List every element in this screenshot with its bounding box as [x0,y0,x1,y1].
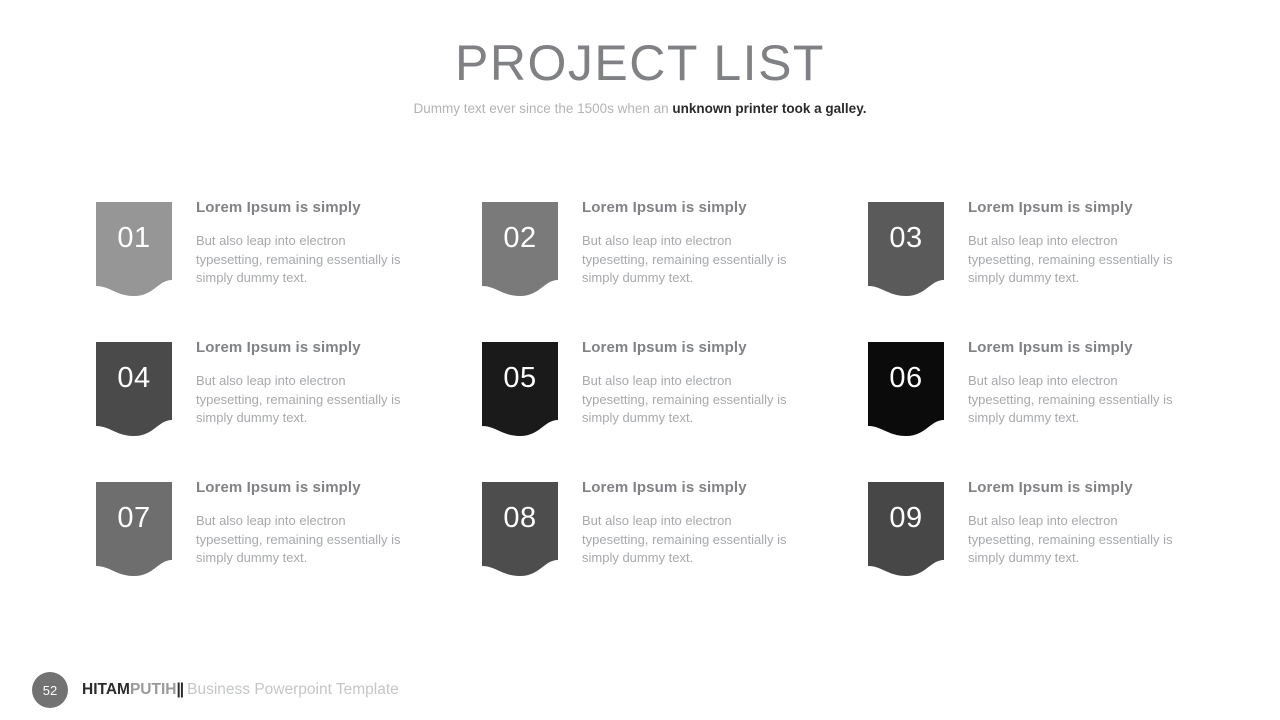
project-item-description: But also leap into electron typesetting,… [968,373,1173,425]
project-item-description: But also leap into electron typesetting,… [968,233,1173,285]
project-item-description: But also leap into electron typesetting,… [196,233,401,285]
ribbon-shape-icon [868,482,944,576]
slide-header: PROJECT LIST Dummy text ever since the 1… [0,34,1280,118]
project-item-description: But also leap into electron typesetting,… [196,513,401,565]
ribbon-shape-icon [868,202,944,296]
project-item-text: Lorem Ipsum is simply But also leap into … [944,470,1254,568]
brand-name-primary: HITAM [82,681,130,698]
project-item-title: Lorem Ipsum is simply [582,199,747,216]
ribbon-shape-icon [96,482,172,576]
project-item[interactable]: 07 Lorem Ipsum is simply But also leap int… [96,470,482,610]
subtitle-normal-text: Dummy text ever since the 1500s when an [413,101,673,116]
project-item[interactable]: 03 Lorem Ipsum is simply But also leap int… [868,190,1254,330]
project-number-badge: 04 [96,342,172,436]
ribbon-shape-icon [868,342,944,436]
project-item-description: But also leap into electron typesetting,… [196,373,401,425]
project-item-title: Lorem Ipsum is simply [968,199,1133,216]
slide: PROJECT LIST Dummy text ever since the 1… [0,0,1280,720]
project-item-text: Lorem Ipsum is simply But also leap into … [172,330,482,428]
project-item[interactable]: 04 Lorem Ipsum is simply But also leap int… [96,330,482,470]
project-item-description: But also leap into electron typesetting,… [582,513,787,565]
project-item-title: Lorem Ipsum is simply [968,479,1133,496]
brand-tagline: Business Powerpoint Template [187,681,399,698]
project-item-description: But also leap into electron typesetting,… [582,233,787,285]
project-item[interactable]: 09 Lorem Ipsum is simply But also leap int… [868,470,1254,610]
project-item-title: Lorem Ipsum is simply [968,339,1133,356]
page-title: PROJECT LIST [455,35,825,91]
project-item-text: Lorem Ipsum is simply But also leap into … [558,190,868,288]
project-number-badge: 06 [868,342,944,436]
project-item-title: Lorem Ipsum is simply [196,199,361,216]
project-item[interactable]: 08 Lorem Ipsum is simply But also leap int… [482,470,868,610]
project-item-text: Lorem Ipsum is simply But also leap into … [172,190,482,288]
ribbon-shape-icon [96,202,172,296]
ribbon-shape-icon [482,202,558,296]
project-number-badge: 03 [868,202,944,296]
project-item-title: Lorem Ipsum is simply [196,479,361,496]
project-item[interactable]: 06 Lorem Ipsum is simply But also leap int… [868,330,1254,470]
footer-brand: HITAMPUTIH|| Business Powerpoint Template [82,680,399,700]
project-item-text: Lorem Ipsum is simply But also leap into … [944,330,1254,428]
project-item-title: Lorem Ipsum is simply [196,339,361,356]
project-number-badge: 07 [96,482,172,576]
project-number-badge: 02 [482,202,558,296]
project-item-text: Lorem Ipsum is simply But also leap into … [172,470,482,568]
project-item-text: Lorem Ipsum is simply But also leap into … [558,330,868,428]
project-number-badge: 01 [96,202,172,296]
project-number-badge: 09 [868,482,944,576]
ribbon-shape-icon [482,482,558,576]
project-item[interactable]: 05 Lorem Ipsum is simply But also leap int… [482,330,868,470]
project-item-title: Lorem Ipsum is simply [582,339,747,356]
project-item-description: But also leap into electron typesetting,… [582,373,787,425]
page-subtitle: Dummy text ever since the 1500s when an … [0,100,1280,118]
project-item[interactable]: 01 Lorem Ipsum is simply But also leap int… [96,190,482,330]
project-list-grid: 01 Lorem Ipsum is simply But also leap int… [96,190,1200,610]
project-item-text: Lorem Ipsum is simply But also leap into … [944,190,1254,288]
slide-footer: 52 HITAMPUTIH|| Business Powerpoint Templ… [32,672,399,708]
ribbon-shape-icon [96,342,172,436]
project-item-text: Lorem Ipsum is simply But also leap into … [558,470,868,568]
brand-separator-icon: || [176,681,184,698]
subtitle-bold-text: unknown printer took a galley. [672,101,867,116]
project-item-description: But also leap into electron typesetting,… [968,513,1173,565]
project-number-badge: 08 [482,482,558,576]
ribbon-shape-icon [482,342,558,436]
project-item[interactable]: 02 Lorem Ipsum is simply But also leap int… [482,190,868,330]
project-item-title: Lorem Ipsum is simply [582,479,747,496]
project-number-badge: 05 [482,342,558,436]
brand-name-secondary: PUTIH [129,681,177,698]
page-number-badge: 52 [32,672,68,708]
